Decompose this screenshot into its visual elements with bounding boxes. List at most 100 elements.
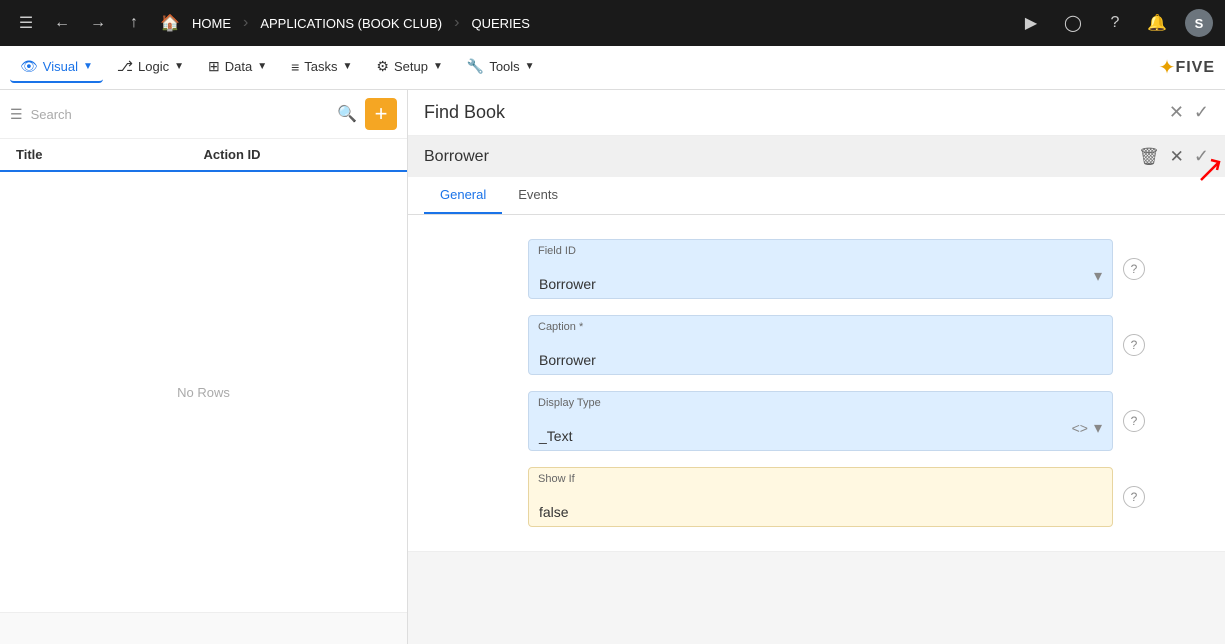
home-icon: 🏠 — [156, 9, 184, 37]
field-id-help-icon[interactable]: ? — [1123, 258, 1145, 280]
toolbar-tools[interactable]: 🔧 Tools ▼ — [457, 52, 545, 83]
main-layout: ☰ 🔍 + Title Action ID No Rows Find Book … — [0, 90, 1225, 644]
display-type-value: _Text — [539, 428, 1072, 444]
tabs: General Events — [408, 177, 1225, 215]
caption-row: Caption * Borrower ? — [528, 315, 1145, 375]
setup-label: Setup — [394, 59, 428, 74]
bell-icon[interactable]: 🔔 — [1143, 9, 1171, 37]
setup-chevron: ▼ — [433, 61, 443, 72]
five-logo: ✦ FIVE — [1159, 55, 1215, 80]
tasks-icon: ≡ — [291, 59, 299, 75]
visual-label: Visual — [43, 59, 78, 74]
left-footer — [0, 612, 407, 644]
logic-chevron: ▼ — [174, 61, 184, 72]
search-input[interactable] — [31, 103, 330, 126]
home-link[interactable]: HOME — [192, 16, 231, 31]
data-icon: ⊞ — [208, 58, 220, 75]
forward-icon[interactable]: → — [84, 9, 112, 37]
queries-link[interactable]: QUERIES — [471, 16, 530, 31]
menu-icon[interactable]: ☰ — [12, 9, 40, 37]
show-if-value: false — [539, 504, 1102, 520]
back-icon[interactable]: ← — [48, 9, 76, 37]
caption-label: Caption * — [528, 315, 1113, 333]
col-action-id: Action ID — [204, 147, 392, 162]
field-id-label: Field ID — [528, 239, 1113, 257]
caption-value: Borrower — [539, 352, 1102, 368]
filter-icon[interactable]: ☰ — [10, 106, 23, 123]
display-type-help-icon[interactable]: ? — [1123, 410, 1145, 432]
toolbar-logic[interactable]: ⎇ Logic ▼ — [107, 52, 194, 83]
no-rows-label: No Rows — [177, 385, 230, 400]
borrower-title: Borrower — [424, 148, 489, 166]
panel-title: Find Book — [424, 102, 505, 123]
table-header: Title Action ID — [0, 139, 407, 172]
data-chevron: ▼ — [257, 61, 267, 72]
display-type-row: Display Type _Text <> ▾ ? — [528, 391, 1145, 451]
tools-icon: 🔧 — [467, 58, 484, 75]
data-label: Data — [225, 59, 252, 74]
tab-events[interactable]: Events — [502, 177, 574, 214]
visual-chevron: ▼ — [83, 61, 93, 72]
form-area: Field ID Borrower ▾ ? Caption * — [408, 215, 1225, 551]
show-if-help-icon[interactable]: ? — [1123, 486, 1145, 508]
field-id-row: Field ID Borrower ▾ ? — [528, 239, 1145, 299]
setup-icon: ⚙ — [376, 58, 389, 75]
field-id-dropdown-icon[interactable]: ▾ — [1094, 266, 1102, 286]
tab-general[interactable]: General — [424, 177, 502, 214]
search-nav-icon[interactable]: ◯ — [1059, 9, 1087, 37]
tasks-label: Tasks — [304, 59, 337, 74]
caption-help-icon[interactable]: ? — [1123, 334, 1145, 356]
borrower-header: Borrower 🗑 ✕ ✓ — [408, 136, 1225, 177]
tools-label: Tools — [489, 59, 519, 74]
caption-wrap: Caption * Borrower — [528, 315, 1113, 375]
tasks-chevron: ▼ — [343, 61, 353, 72]
close-subpanel-icon[interactable]: ✕ — [1170, 147, 1184, 167]
top-navigation: ☰ ← → ↑ 🏠 HOME › APPLICATIONS (BOOK CLUB… — [0, 0, 1225, 46]
display-type-label: Display Type — [528, 391, 1113, 409]
display-type-input[interactable]: Display Type _Text <> ▾ — [528, 391, 1113, 451]
display-type-dropdown-icon[interactable]: ▾ — [1094, 418, 1102, 438]
play-icon[interactable]: ▶ — [1017, 9, 1045, 37]
display-type-wrap: Display Type _Text <> ▾ — [528, 391, 1113, 451]
search-bar: ☰ 🔍 + — [0, 90, 407, 139]
caption-input[interactable]: Caption * Borrower — [528, 315, 1113, 375]
subpanel-icons: 🗑 ✕ ✓ — [1138, 146, 1209, 167]
show-if-wrap: Show If false — [528, 467, 1113, 527]
right-panel: Find Book ✕ ✓ Borrower 🗑 ✕ ✓ — [408, 90, 1225, 644]
toolbar-setup[interactable]: ⚙ Setup ▼ — [366, 52, 452, 83]
secondary-toolbar: 👁 Visual ▼ ⎇ Logic ▼ ⊞ Data ▼ ≡ Tasks ▼ … — [0, 46, 1225, 90]
delete-subpanel-icon[interactable]: 🗑 — [1138, 147, 1160, 167]
red-arrow-annotation — [1197, 154, 1225, 184]
nav-sep-2: › — [454, 14, 459, 32]
user-avatar[interactable]: S — [1185, 9, 1213, 37]
table-body: No Rows — [0, 172, 407, 612]
field-id-wrap: Field ID Borrower ▾ — [528, 239, 1113, 299]
help-nav-icon[interactable]: ? — [1101, 9, 1129, 37]
toolbar-visual[interactable]: 👁 Visual ▼ — [10, 52, 103, 83]
left-panel: ☰ 🔍 + Title Action ID No Rows — [0, 90, 408, 644]
show-if-input[interactable]: Show If false — [528, 467, 1113, 527]
toolbar-tasks[interactable]: ≡ Tasks ▼ — [281, 53, 362, 83]
field-id-value: Borrower — [539, 276, 1094, 292]
show-if-label: Show If — [528, 467, 1113, 485]
logic-label: Logic — [138, 59, 169, 74]
logo-text: FIVE — [1175, 59, 1215, 77]
borrower-subpanel: Borrower 🗑 ✕ ✓ General Events — [408, 136, 1225, 552]
confirm-panel-icon[interactable]: ✓ — [1194, 102, 1209, 123]
tools-chevron: ▼ — [525, 61, 535, 72]
app-link[interactable]: APPLICATIONS (BOOK CLUB) — [260, 16, 442, 31]
search-button[interactable]: 🔍 — [337, 104, 357, 124]
close-panel-icon[interactable]: ✕ — [1169, 102, 1184, 123]
up-icon[interactable]: ↑ — [120, 9, 148, 37]
field-id-input[interactable]: Field ID Borrower ▾ — [528, 239, 1113, 299]
panel-header-icons: ✕ ✓ — [1169, 102, 1209, 123]
search-input-wrap — [31, 103, 330, 126]
logo-star-icon: ✦ — [1159, 55, 1176, 80]
toolbar-data[interactable]: ⊞ Data ▼ — [198, 52, 277, 83]
find-book-header: Find Book ✕ ✓ — [408, 90, 1225, 136]
nav-right-area: ▶ ◯ ? 🔔 S — [1017, 9, 1213, 37]
display-type-code-icon[interactable]: <> — [1072, 420, 1088, 436]
add-button[interactable]: + — [365, 98, 397, 130]
eye-icon: 👁 — [20, 58, 38, 75]
col-title: Title — [16, 147, 204, 162]
